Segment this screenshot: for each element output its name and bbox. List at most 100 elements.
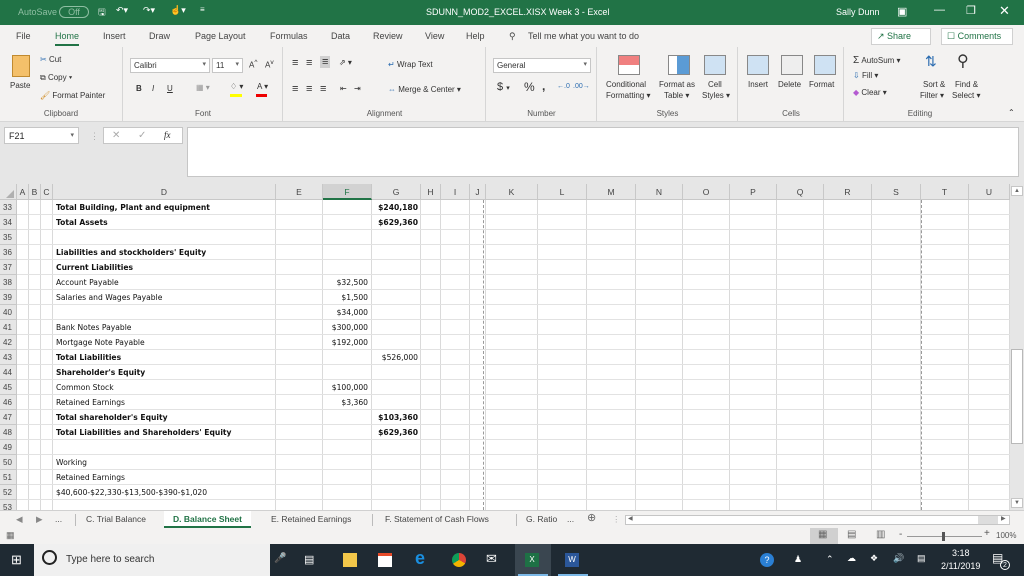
minimize-icon[interactable]: —: [934, 4, 945, 16]
format-painter-button[interactable]: 🖌 Format Painter: [40, 91, 105, 100]
merge-center-button[interactable]: ⇔ Merge & Center ▾: [388, 85, 461, 94]
add-sheet-icon[interactable]: ⊕: [587, 511, 596, 528]
decrease-decimal-icon[interactable]: .00→: [573, 83, 590, 90]
share-button[interactable]: ↗ Share: [871, 28, 931, 45]
cell-d45[interactable]: Common Stock: [56, 380, 276, 395]
row-header-42[interactable]: 42: [0, 335, 17, 350]
cell-d42[interactable]: Mortgage Note Payable: [56, 335, 276, 350]
tell-me-input[interactable]: Tell me what you want to do: [528, 31, 639, 41]
tab-review[interactable]: Review: [373, 31, 403, 41]
italic-button[interactable]: I: [152, 84, 154, 93]
column-header-f[interactable]: F: [323, 184, 372, 200]
decrease-indent-icon[interactable]: ⇤: [340, 84, 347, 93]
increase-indent-icon[interactable]: ⇥: [354, 84, 361, 93]
cell-d34[interactable]: Total Assets: [56, 215, 276, 230]
user-name[interactable]: Sally Dunn: [836, 7, 880, 17]
close-icon[interactable]: ✕: [999, 3, 1010, 19]
insert-cells-icon[interactable]: [747, 55, 769, 75]
row-header-43[interactable]: 43: [0, 350, 17, 365]
zoom-out-button[interactable]: -: [899, 529, 902, 540]
row-header-50[interactable]: 50: [0, 455, 17, 470]
cell-f45[interactable]: $100,000: [323, 380, 368, 395]
cell-d39[interactable]: Salaries and Wages Payable: [56, 290, 276, 305]
row-header-51[interactable]: 51: [0, 470, 17, 485]
shrink-font-button[interactable]: Av: [265, 59, 274, 70]
column-header-a[interactable]: A: [17, 184, 29, 200]
clear-button[interactable]: ◆ Clear ▾: [853, 88, 887, 97]
collapse-ribbon-icon[interactable]: ⌃: [1008, 108, 1015, 117]
row-header-45[interactable]: 45: [0, 380, 17, 395]
redo-icon[interactable]: ↷▾: [143, 5, 155, 16]
underline-button[interactable]: U: [167, 84, 173, 93]
borders-icon[interactable]: ▦ ▾: [196, 83, 210, 92]
scroll-down-icon[interactable]: ▼: [1011, 498, 1023, 508]
cell-g34[interactable]: $629,360: [372, 215, 418, 230]
column-header-g[interactable]: G: [372, 184, 421, 200]
tab-formulas[interactable]: Formulas: [270, 31, 308, 41]
clock-date[interactable]: 2/11/2019: [941, 561, 980, 571]
cell-g43[interactable]: $526,000: [372, 350, 418, 365]
macro-record-icon[interactable]: ▦: [6, 530, 15, 541]
zoom-level[interactable]: 100%: [996, 531, 1016, 540]
volume-icon[interactable]: 🔊: [893, 553, 904, 564]
row-header-33[interactable]: 33: [0, 200, 17, 215]
windows-start-icon[interactable]: ⊞: [11, 552, 22, 568]
column-header-t[interactable]: T: [921, 184, 969, 200]
tab-data[interactable]: Data: [331, 31, 350, 41]
cell-styles-icon[interactable]: [704, 55, 726, 75]
cell-d50[interactable]: Working: [56, 455, 276, 470]
insert-function-icon[interactable]: fx: [164, 130, 171, 140]
autosum-button[interactable]: Σ AutoSum ▾: [853, 55, 901, 66]
cancel-entry-icon[interactable]: ✕: [112, 130, 120, 141]
column-header-e[interactable]: E: [276, 184, 323, 200]
sheet-tab-retained-earnings[interactable]: E. Retained Earnings: [271, 511, 351, 528]
bold-button[interactable]: B: [136, 84, 142, 93]
zoom-in-button[interactable]: +: [984, 528, 990, 539]
percent-button[interactable]: %: [524, 80, 535, 94]
normal-view-icon[interactable]: ▦: [818, 529, 827, 540]
customize-qat-icon[interactable]: ≡: [200, 5, 205, 14]
paste-icon[interactable]: [12, 55, 30, 77]
cell-f38[interactable]: $32,500: [323, 275, 368, 290]
delete-button[interactable]: Delete: [778, 80, 801, 89]
more-sheets-right[interactable]: ...: [567, 511, 574, 528]
column-header-u[interactable]: U: [969, 184, 1010, 200]
excel-taskbar-icon[interactable]: X: [525, 553, 539, 567]
cell-f40[interactable]: $34,000: [323, 305, 368, 320]
row-header-52[interactable]: 52: [0, 485, 17, 500]
increase-decimal-icon[interactable]: ←.0: [557, 83, 570, 90]
sheet-tab-ratio[interactable]: G. Ratio: [526, 511, 557, 528]
number-format-select[interactable]: General ▾: [493, 58, 591, 73]
fill-color-button[interactable]: ♢ ▾: [230, 82, 243, 91]
row-header-40[interactable]: 40: [0, 305, 17, 320]
column-header-n[interactable]: N: [636, 184, 683, 200]
bottom-align-icon[interactable]: ≡: [320, 56, 331, 68]
file-explorer-icon[interactable]: [343, 553, 357, 567]
font-color-button[interactable]: A ▾: [257, 82, 268, 91]
name-box[interactable]: F21 ▾: [4, 127, 79, 144]
format-as-table-icon[interactable]: [668, 55, 690, 75]
cell-f42[interactable]: $192,000: [323, 335, 368, 350]
taskbar-search-box[interactable]: Type here to search 🎤: [34, 544, 286, 576]
prev-sheet-icon[interactable]: ◀: [16, 511, 23, 528]
find-select-button[interactable]: Find &: [955, 80, 978, 89]
column-header-l[interactable]: L: [538, 184, 587, 200]
ribbon-display-options-icon[interactable]: ▣: [897, 5, 907, 18]
save-icon[interactable]: 🖫: [98, 5, 106, 21]
row-header-46[interactable]: 46: [0, 395, 17, 410]
tab-page-layout[interactable]: Page Layout: [195, 31, 246, 41]
currency-button[interactable]: $ ▾: [497, 81, 510, 93]
column-header-s[interactable]: S: [872, 184, 921, 200]
row-header-47[interactable]: 47: [0, 410, 17, 425]
restore-icon[interactable]: ❐: [966, 4, 976, 17]
taskbar-search-input[interactable]: Type here to search: [66, 554, 154, 565]
column-header-r[interactable]: R: [824, 184, 872, 200]
grow-font-button[interactable]: A^: [249, 59, 257, 70]
column-header-m[interactable]: M: [587, 184, 636, 200]
more-sheets-left[interactable]: ...: [55, 511, 62, 528]
column-header-j[interactable]: J: [470, 184, 486, 200]
conditional-formatting-button[interactable]: Conditional: [606, 80, 646, 89]
microsoft-store-icon[interactable]: [378, 553, 392, 567]
tab-help[interactable]: Help: [466, 31, 485, 41]
sheet-tab-cash-flows[interactable]: F. Statement of Cash Flows: [385, 511, 489, 528]
